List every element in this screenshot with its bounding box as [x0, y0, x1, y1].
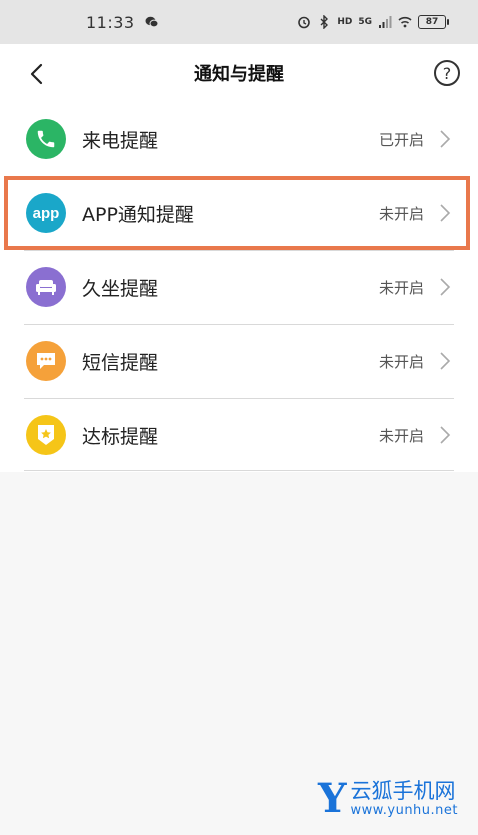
reminder-item-sms[interactable]: 短信提醒 未开启: [0, 324, 478, 398]
status-left: 11:33: [86, 13, 159, 32]
reminder-status: 未开启: [378, 352, 424, 371]
reminder-label: 短信提醒: [82, 351, 159, 374]
divider: [24, 470, 454, 471]
reminder-label: 达标提醒: [82, 425, 159, 448]
watermark-text: 云狐手机网 www.yunhu.net: [350, 778, 458, 819]
status-time: 11:33: [86, 12, 135, 32]
status-right: HD 5G 87: [297, 15, 449, 29]
status-bar: 11:33 HD 5G 87: [0, 0, 478, 44]
sofa-icon: [26, 267, 66, 307]
message-icon: [26, 341, 66, 381]
badge-star-icon: [26, 415, 66, 455]
reminder-item-call[interactable]: 来电提醒 已开启: [0, 102, 478, 176]
back-button[interactable]: [22, 60, 50, 88]
reminder-item-sedentary[interactable]: 久坐提醒 未开启: [0, 250, 478, 324]
question-circle-icon: ?: [442, 63, 452, 83]
reminder-status: 未开启: [378, 426, 424, 445]
signal-icon: [378, 15, 392, 29]
reminder-label: 来电提醒: [82, 129, 159, 152]
watermark-logo: Y: [317, 775, 347, 822]
reminder-status: 未开启: [378, 278, 424, 297]
alarm-icon: [297, 15, 311, 29]
page-title: 通知与提醒: [194, 64, 284, 85]
battery-icon: 87: [418, 15, 449, 29]
chevron-right-icon: [440, 130, 451, 148]
phone-icon: [26, 119, 66, 159]
network-label: 5G: [358, 17, 372, 27]
watermark-url: www.yunhu.net: [350, 803, 458, 819]
reminder-list: 来电提醒 已开启 app APP通知提醒 未开启 久坐提醒 未开启 短信提醒 未…: [0, 102, 478, 472]
chevron-left-icon: [30, 63, 43, 85]
chevron-right-icon: [440, 278, 451, 296]
reminder-item-goal[interactable]: 达标提醒 未开启: [0, 398, 478, 472]
wifi-icon: [398, 15, 412, 29]
nav-bar: 通知与提醒 ?: [0, 44, 478, 102]
reminder-status: 已开启: [378, 130, 424, 149]
hd-label: HD: [337, 17, 353, 27]
help-button[interactable]: ?: [434, 60, 460, 86]
highlight-box: [4, 176, 470, 250]
watermark: Y 云狐手机网 www.yunhu.net: [318, 779, 458, 819]
wechat-icon: [145, 15, 159, 29]
chevron-right-icon: [440, 352, 451, 370]
bluetooth-icon: [317, 15, 331, 29]
watermark-name: 云狐手机网: [350, 778, 456, 803]
chevron-right-icon: [440, 426, 451, 444]
reminder-label: 久坐提醒: [82, 277, 159, 300]
